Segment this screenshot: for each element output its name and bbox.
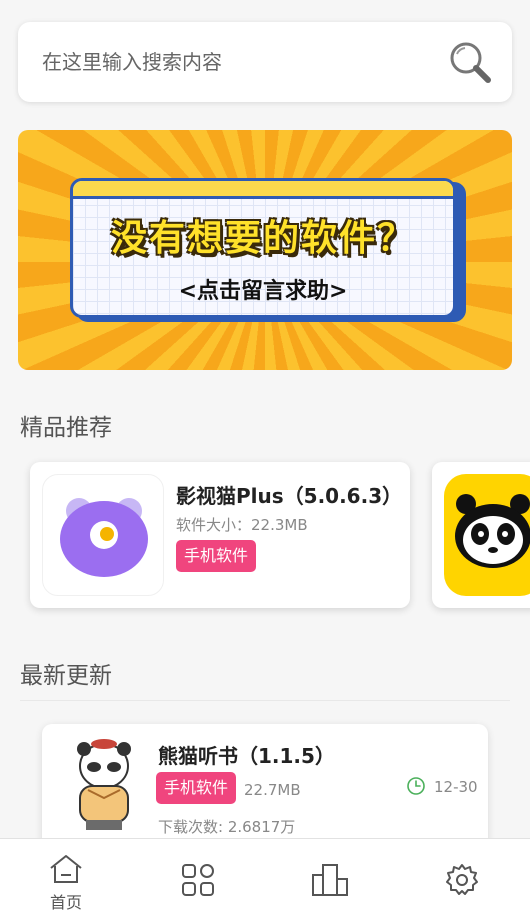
app-name: 影视猫Plus（5.0.6.3） [176, 484, 403, 508]
nav-item-apps[interactable] [132, 839, 264, 920]
home-icon [50, 855, 82, 883]
download-count: 下载次数: 2.6817万 [158, 818, 296, 836]
purple-cat-icon [60, 498, 148, 577]
app-size: 22.7MB [244, 781, 301, 799]
update-date: 12-30 [434, 778, 478, 796]
section-divider [20, 700, 510, 701]
panda-icon [444, 474, 530, 596]
nav-label-home: 首页 [49, 893, 82, 912]
app-size: 软件大小：22.3MB [176, 516, 308, 534]
app-icon [42, 474, 164, 596]
bottom-nav: 首页 [0, 838, 530, 920]
featured-section-title: 精品推荐 [20, 415, 112, 441]
apps-icon [182, 864, 214, 896]
nav-item-ranking[interactable] [264, 839, 396, 920]
featured-app-card[interactable] [432, 462, 530, 608]
help-banner[interactable]: 没有想要的软件？ <点击留言求助> [18, 130, 512, 370]
nav-item-settings[interactable] [396, 839, 528, 920]
featured-app-card[interactable]: 影视猫Plus（5.0.6.3） 软件大小：22.3MB 手机软件 [30, 462, 410, 608]
banner-subtitle: <点击留言求助> [178, 279, 348, 304]
clock-icon [407, 777, 425, 795]
building-icon [312, 864, 348, 896]
banner-card: 没有想要的软件？ <点击留言求助> [70, 178, 456, 318]
panda-listen-icon [77, 739, 131, 830]
gear-icon [446, 864, 478, 895]
app-category-tag: 手机软件 [156, 772, 237, 804]
search-icon[interactable] [446, 38, 494, 86]
app-category-tag: 手机软件 [176, 540, 257, 572]
nav-item-home[interactable]: 首页 [0, 839, 132, 920]
banner-card-top [73, 181, 453, 199]
latest-app-card[interactable]: 熊猫听书（1.1.5） 手机软件 22.7MB 12-30 下载次数: 2.68… [42, 724, 488, 854]
app-name: 熊猫听书（1.1.5） [158, 744, 335, 768]
search-input[interactable] [42, 50, 446, 74]
latest-section-title: 最新更新 [20, 663, 112, 689]
banner-title: 没有想要的软件？ [110, 218, 415, 259]
search-bar[interactable] [18, 22, 512, 102]
